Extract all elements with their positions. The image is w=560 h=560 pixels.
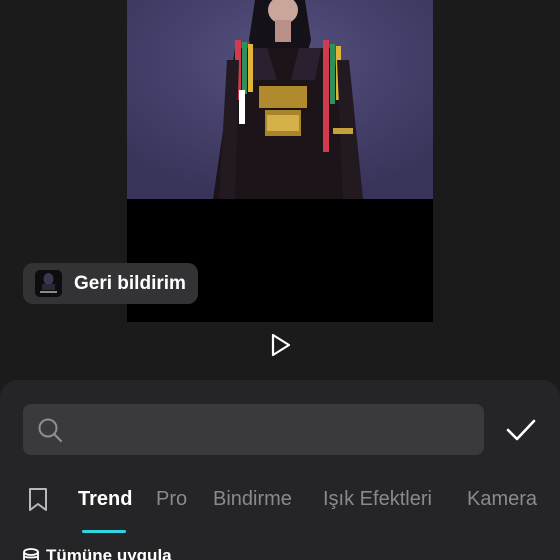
tab-favorites[interactable] (26, 487, 50, 513)
editor-screen: Geri bildirim Trend Pro Bindirme Işık Ef… (0, 0, 560, 560)
search-icon (38, 418, 63, 443)
preview-frame-image (127, 0, 433, 199)
search-box[interactable] (23, 404, 484, 457)
confirm-button[interactable] (503, 414, 539, 446)
bookmark-icon (29, 488, 47, 511)
active-tab-indicator (82, 530, 126, 533)
play-button[interactable] (265, 329, 297, 361)
checkmark-icon (506, 419, 536, 441)
apply-all-label: Tümüne uygula (46, 546, 172, 560)
video-thumbnail-icon (35, 270, 62, 297)
tab-bindirme[interactable]: Bindirme (213, 488, 292, 511)
tab-trend[interactable]: Trend (78, 488, 132, 511)
play-icon (271, 333, 291, 357)
tab-kamera[interactable]: Kamera (467, 488, 537, 511)
apply-all-button[interactable]: Tümüne uygula (22, 546, 172, 560)
tab-isik-efektleri[interactable]: Işık Efektleri (323, 488, 432, 511)
feedback-label: Geri bildirim (74, 272, 186, 294)
feedback-button[interactable]: Geri bildirim (23, 263, 198, 304)
effects-panel: Trend Pro Bindirme Işık Efektleri Kamera… (0, 380, 560, 560)
effect-category-tabs: Trend Pro Bindirme Işık Efektleri Kamera (0, 480, 560, 520)
tab-pro[interactable]: Pro (156, 488, 187, 511)
search-input[interactable] (75, 404, 479, 457)
layers-icon (23, 548, 39, 560)
